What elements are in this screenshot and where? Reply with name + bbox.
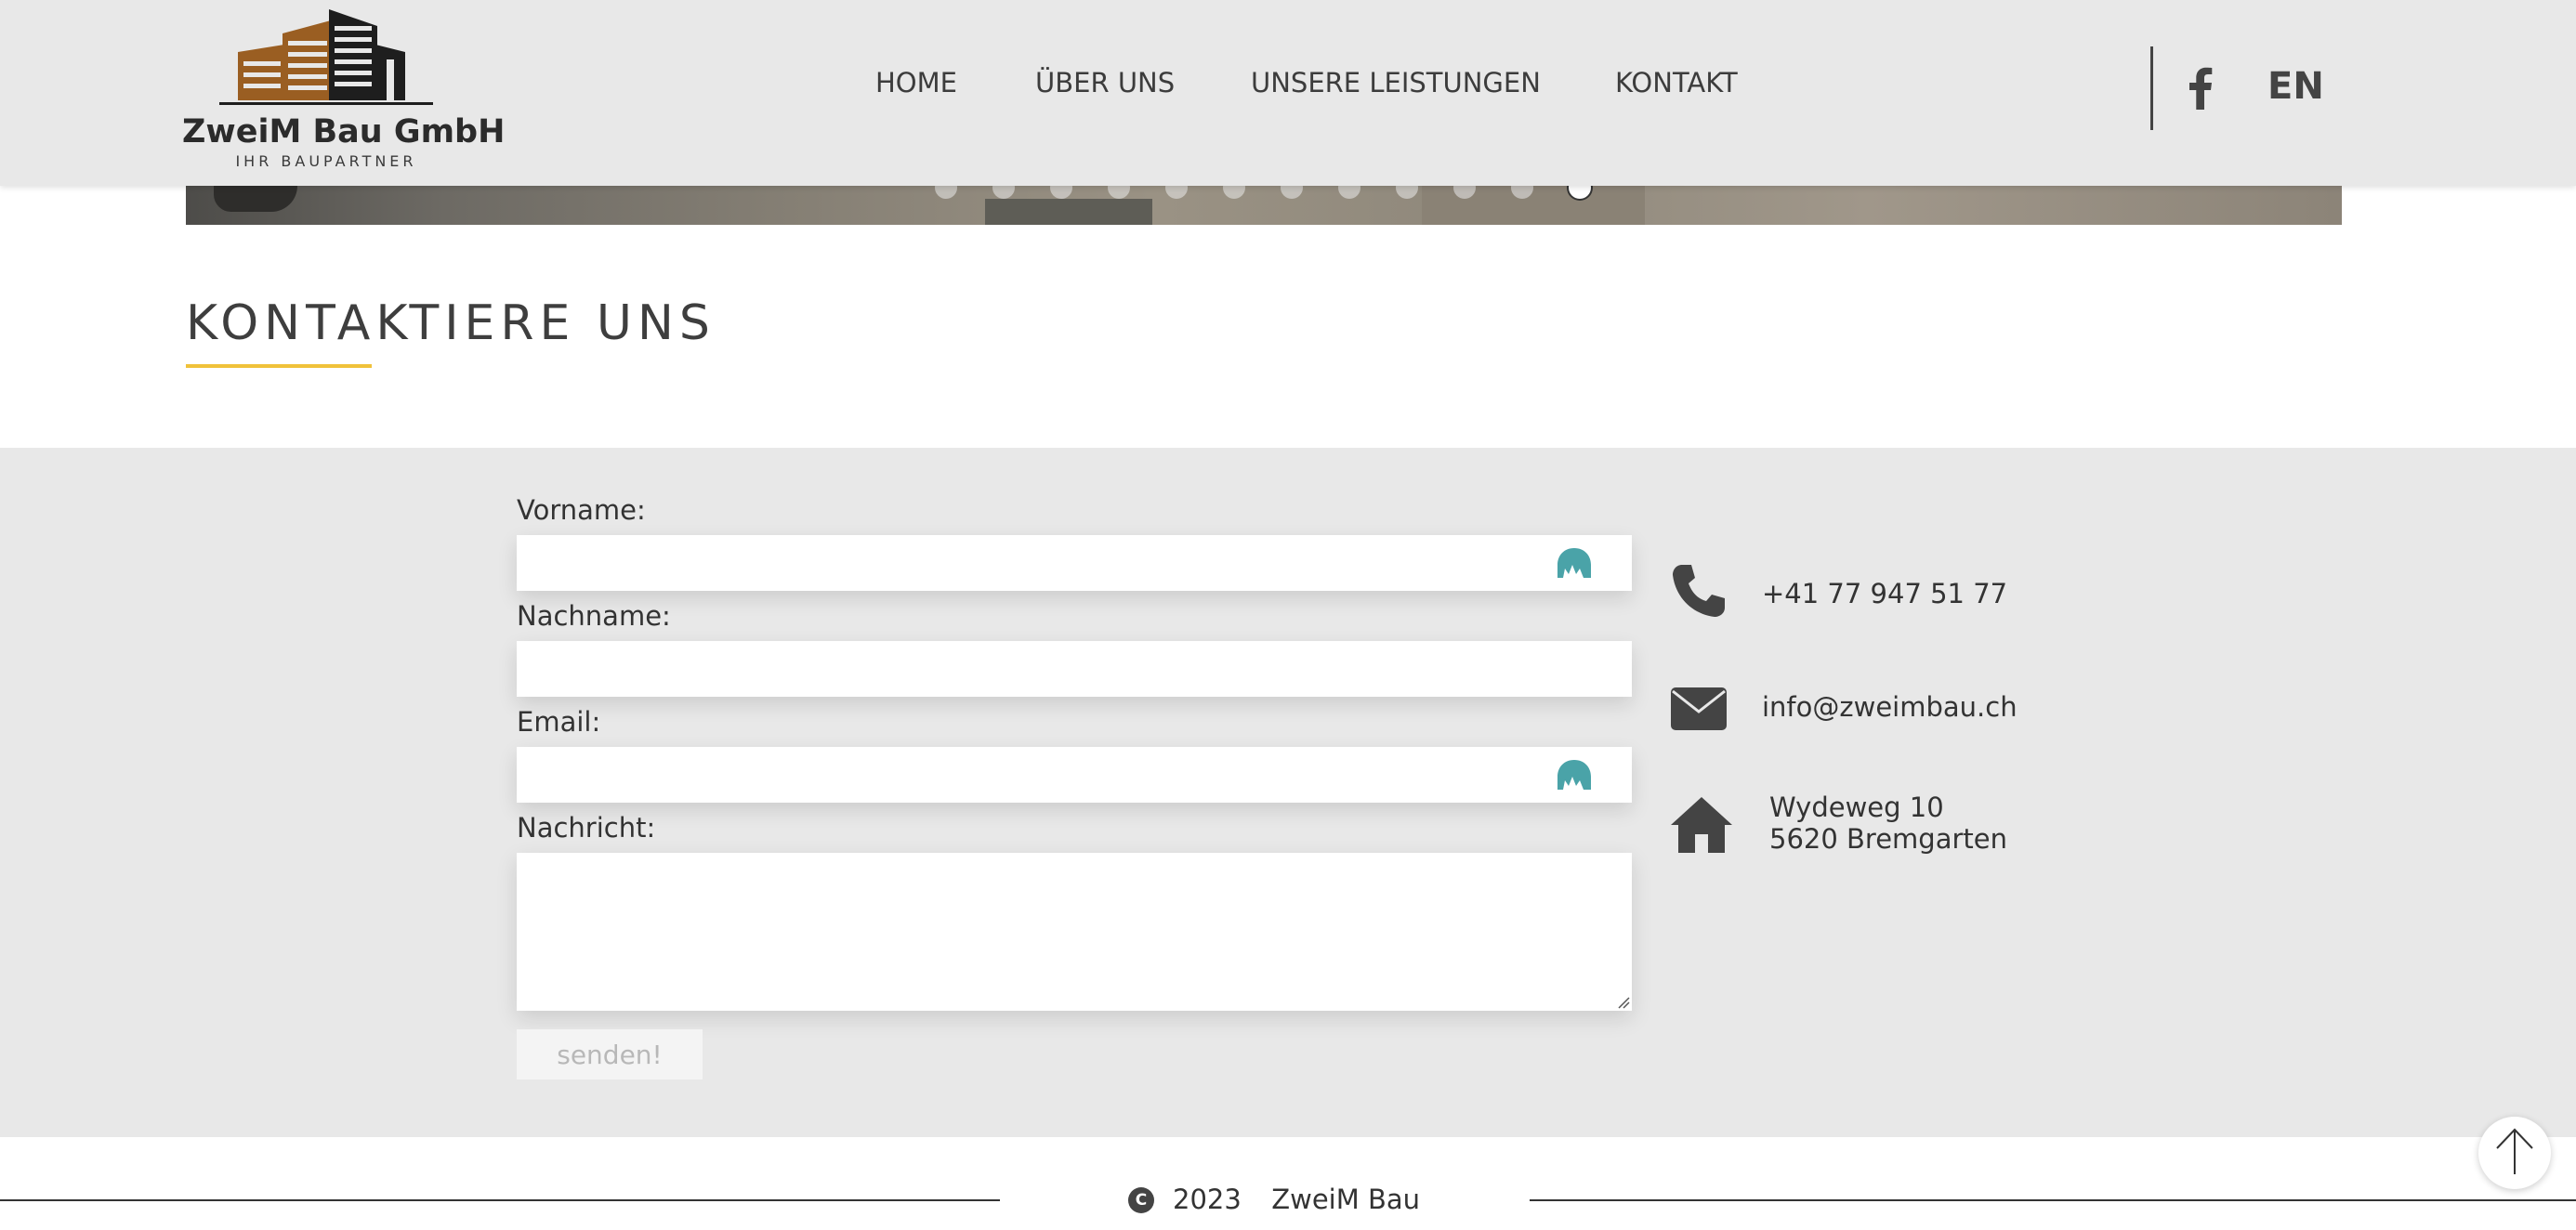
email-label: Email: — [517, 706, 601, 738]
header-divider — [2150, 46, 2153, 130]
slider-dot[interactable] — [992, 186, 1015, 199]
page-title: KONTAKTIERE UNS — [186, 295, 716, 351]
email-input[interactable] — [517, 747, 1632, 803]
nav-item-ueber-uns[interactable]: ÜBER UNS — [1035, 67, 1175, 98]
slider-dot[interactable] — [1281, 186, 1303, 199]
copyright-icon: C — [1128, 1187, 1154, 1213]
first-name-field[interactable] — [517, 535, 1632, 591]
password-manager-icon[interactable] — [1556, 758, 1593, 792]
envelope-icon — [1671, 687, 1727, 730]
resize-handle-icon[interactable] — [1617, 996, 1630, 1009]
message-textarea[interactable] — [517, 853, 1632, 1011]
first-name-input[interactable] — [517, 535, 1632, 591]
password-manager-icon[interactable] — [1556, 546, 1593, 580]
footer-company: ZweiM Bau — [1271, 1184, 1421, 1215]
nav-item-home[interactable]: HOME — [875, 67, 957, 98]
site-header: ZweiM Bau GmbH IHR BAUPARTNER HOME ÜBER … — [0, 0, 2576, 186]
building-logo-icon — [219, 9, 433, 105]
footer-line-right — [1530, 1199, 2576, 1201]
slider-dot[interactable] — [1338, 186, 1360, 199]
slider-image-detail — [214, 186, 297, 212]
contact-email[interactable]: info@zweimbau.ch — [1762, 691, 2017, 723]
contact-address-line1: Wydeweg 10 — [1769, 792, 1944, 823]
nav-item-unsere-leistungen[interactable]: UNSERE LEISTUNGEN — [1251, 67, 1541, 98]
slider-dot[interactable] — [935, 186, 957, 199]
last-name-input[interactable] — [517, 641, 1632, 697]
slider-dot[interactable] — [1223, 186, 1245, 199]
phone-icon — [1673, 565, 1725, 617]
brand-name: ZweiM Bau GmbH — [182, 113, 506, 150]
slider-image-detail — [985, 199, 1152, 225]
footer-line-left — [0, 1199, 1000, 1201]
scroll-to-top-button[interactable] — [2478, 1117, 2551, 1189]
nav-item-kontakt[interactable]: KONTAKT — [1615, 67, 1738, 98]
language-switch[interactable]: EN — [2267, 65, 2324, 108]
slider-dot[interactable] — [1165, 186, 1188, 199]
email-field[interactable] — [517, 747, 1632, 803]
slider-dot[interactable] — [1108, 186, 1130, 199]
footer-copyright: 2023 ZweiM Bau — [1173, 1184, 1420, 1215]
slider-dot[interactable] — [1396, 186, 1418, 199]
footer-year: 2023 — [1173, 1184, 1242, 1215]
first-name-label: Vorname: — [517, 494, 646, 526]
contact-section: Vorname: Nachname: Email: Nachricht: sen… — [0, 448, 2576, 1137]
message-label: Nachricht: — [517, 812, 656, 844]
send-button[interactable]: senden! — [517, 1029, 703, 1080]
image-slider — [186, 186, 2342, 225]
facebook-icon[interactable] — [2186, 65, 2214, 110]
home-icon — [1671, 797, 1732, 853]
logo[interactable]: ZweiM Bau GmbH IHR BAUPARTNER — [182, 7, 506, 170]
arrow-up-icon — [2496, 1128, 2533, 1174]
contact-phone[interactable]: +41 77 947 51 77 — [1762, 578, 2007, 609]
site-footer: C 2023 ZweiM Bau — [0, 1137, 2576, 1230]
slider-dot[interactable] — [1050, 186, 1072, 199]
title-underline — [186, 364, 372, 368]
brand-tagline: IHR BAUPARTNER — [235, 152, 417, 170]
message-field[interactable] — [517, 853, 1632, 1011]
contact-address-line2: 5620 Bremgarten — [1769, 823, 2007, 855]
last-name-field[interactable] — [517, 641, 1632, 697]
last-name-label: Nachname: — [517, 600, 671, 632]
